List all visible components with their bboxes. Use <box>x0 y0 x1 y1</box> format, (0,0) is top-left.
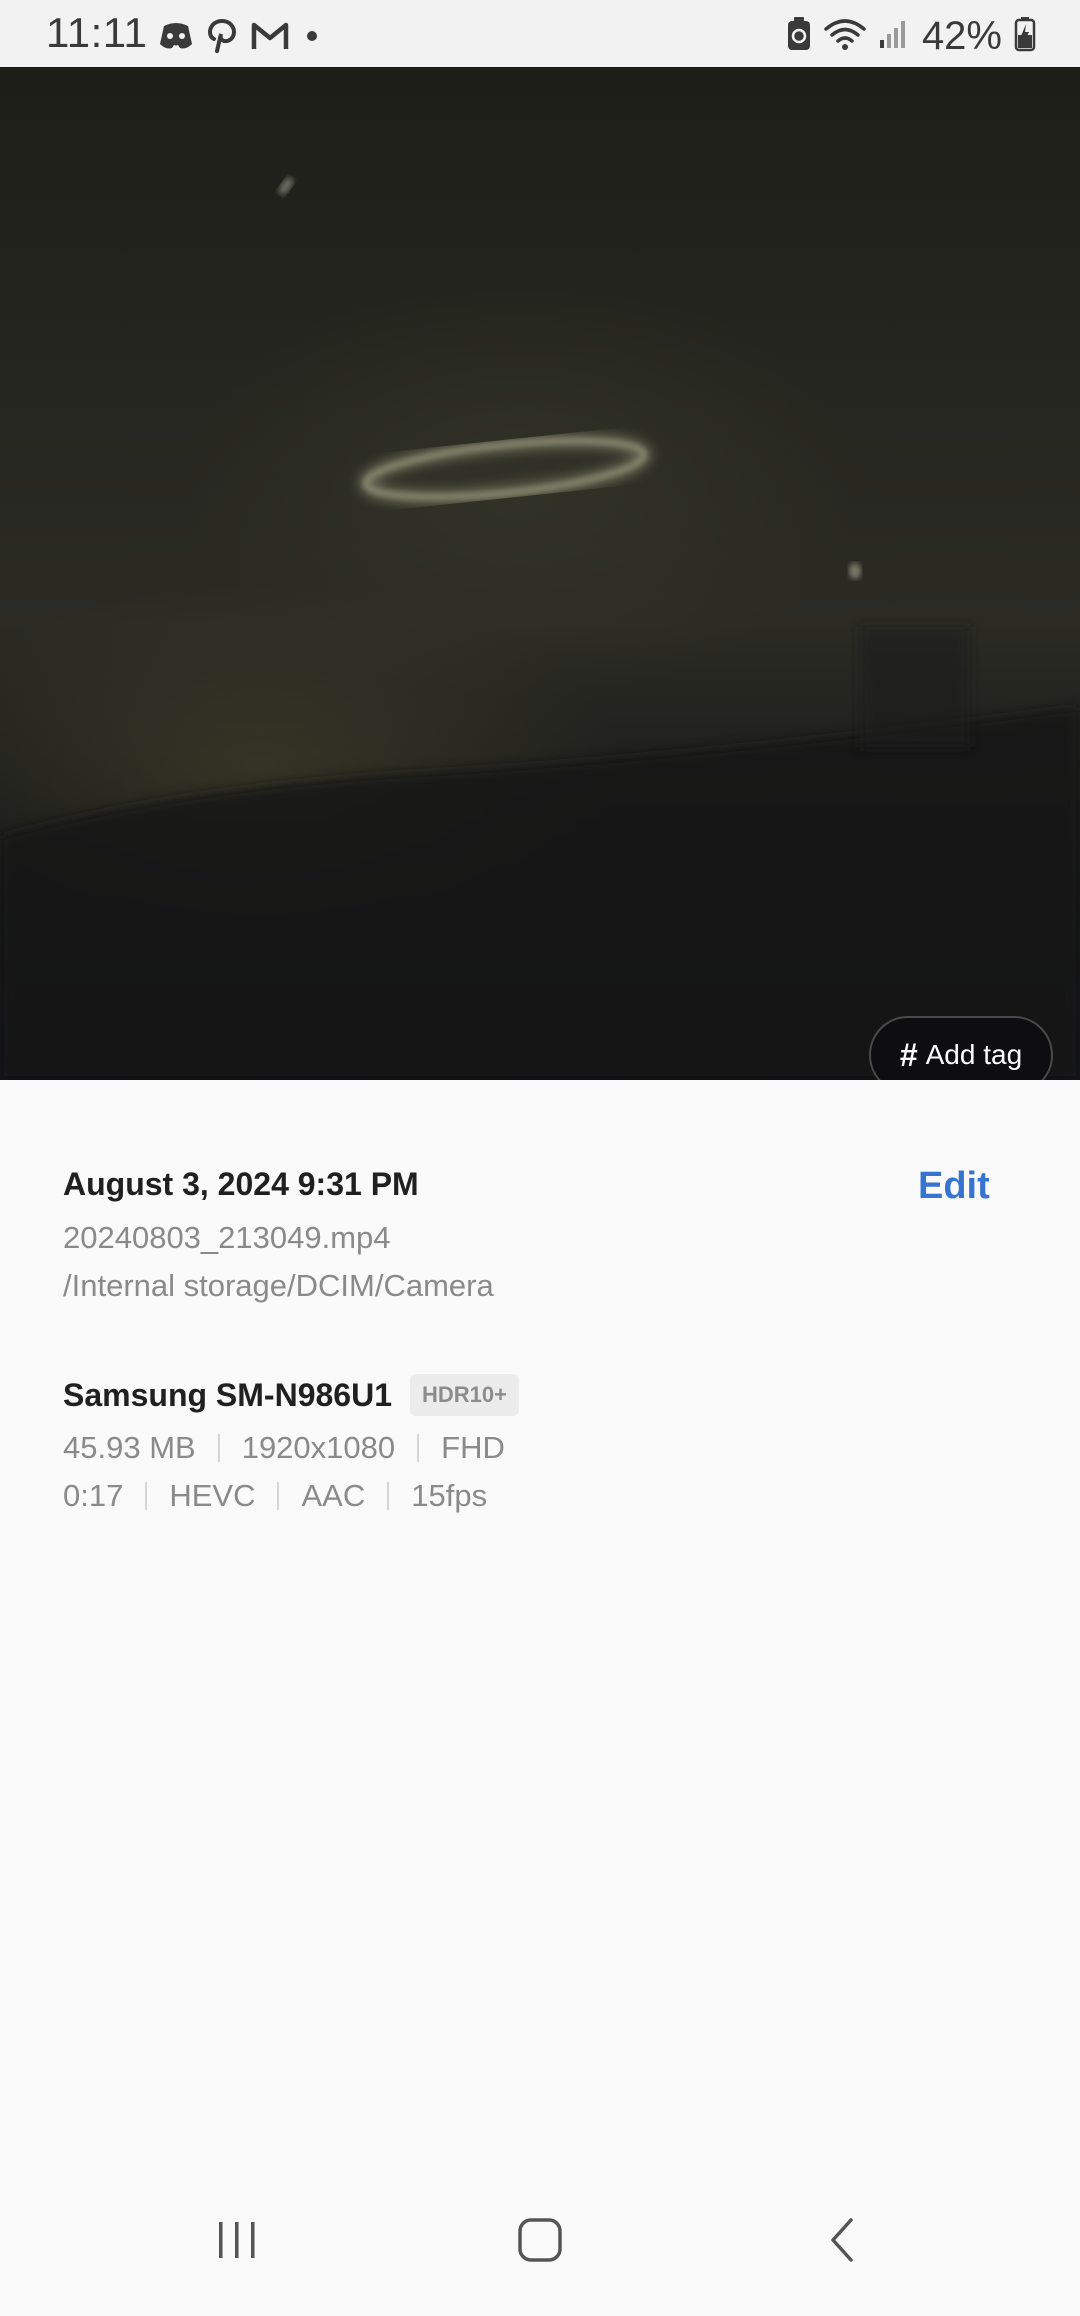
file-name: 20240803_213049.mp4 <box>63 1220 391 1255</box>
home-icon <box>518 2218 562 2262</box>
status-bar: 11:11 42% <box>0 0 1080 67</box>
hashtag-icon: # <box>899 1036 918 1073</box>
divider <box>417 1434 420 1462</box>
divider <box>217 1434 220 1462</box>
device-row: Samsung SM-N986U1 HDR10+ <box>63 1374 519 1416</box>
back-icon <box>831 2218 853 2262</box>
wifi-icon <box>824 17 866 56</box>
battery-percent: 42% <box>921 14 1002 58</box>
file-meta-row: 45.93 MB 1920x1080 FHD <box>63 1430 505 1466</box>
navigation-bar <box>0 2160 1080 2316</box>
file-size: 45.93 MB <box>63 1430 196 1465</box>
system-icons: 42% <box>786 14 1036 58</box>
notification-dot-icon <box>302 26 322 51</box>
gallery-video-details-screen: 11:11 42% # Add tag August 3, 2024 9:31 … <box>0 0 1080 2316</box>
video-frame-image <box>0 177 1080 1080</box>
frame-rate: 15fps <box>411 1478 488 1513</box>
recents-icon <box>219 2222 255 2258</box>
pinterest-icon <box>206 18 238 59</box>
battery-saver-icon <box>786 16 812 57</box>
video-preview[interactable]: # Add tag <box>0 67 1080 1080</box>
gmail-icon <box>250 21 290 56</box>
audio-codec: AAC <box>301 1478 366 1513</box>
divider <box>145 1482 148 1510</box>
edit-button[interactable]: Edit <box>918 1165 990 1208</box>
home-button[interactable] <box>500 2200 580 2280</box>
video-codec: HEVC <box>169 1478 256 1513</box>
add-tag-button[interactable]: # Add tag <box>869 1016 1053 1080</box>
device-name: Samsung SM-N986U1 <box>63 1376 392 1413</box>
quality-label: FHD <box>441 1430 505 1465</box>
resolution: 1920x1080 <box>241 1430 396 1465</box>
signal-icon <box>878 18 910 55</box>
divider <box>277 1482 280 1510</box>
notification-icons <box>158 18 322 58</box>
battery-charging-icon <box>1014 16 1036 57</box>
back-button[interactable] <box>803 2200 883 2280</box>
details-panel: August 3, 2024 9:31 PM Edit 20240803_213… <box>0 1080 1080 2160</box>
discord-icon <box>158 20 194 57</box>
hdr-badge: HDR10+ <box>409 1374 519 1416</box>
date-time: August 3, 2024 9:31 PM <box>63 1166 419 1202</box>
status-time: 11:11 <box>46 9 148 56</box>
add-tag-label: Add tag <box>925 1039 1023 1070</box>
codec-meta-row: 0:17 HEVC AAC 15fps <box>63 1478 487 1514</box>
divider <box>387 1482 390 1510</box>
duration: 0:17 <box>63 1478 124 1513</box>
recents-button[interactable] <box>197 2200 277 2280</box>
file-path: /Internal storage/DCIM/Camera <box>63 1268 494 1303</box>
